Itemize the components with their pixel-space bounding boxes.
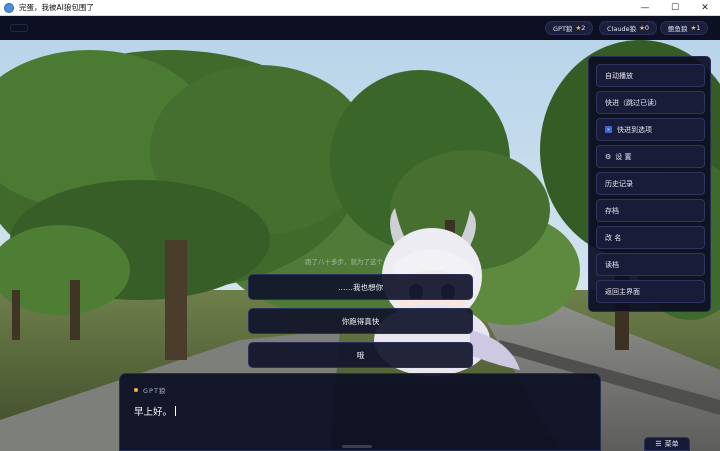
save-button[interactable]: 存档 [596, 199, 705, 222]
window-controls: — ☐ ✕ [630, 0, 720, 16]
load-button[interactable]: 读档 [596, 253, 705, 276]
game-topbar: GPT狼 ★ 2 Claude狼 ★ 0 鲍鱼狼 ★ 1 [0, 16, 720, 40]
side-item-label: 存档 [605, 206, 619, 215]
text-caret [175, 406, 177, 416]
rename-button[interactable]: 改 名 [596, 226, 705, 249]
history-button[interactable]: 历史记录 [596, 172, 705, 195]
side-item-label: 改 名 [605, 233, 622, 242]
vote-count: 1 [696, 24, 701, 32]
vote-count: 0 [644, 24, 650, 32]
side-item-label: 返回主界面 [605, 287, 640, 296]
side-item-label: 读档 [605, 260, 619, 269]
menu-toggle-button[interactable]: ☰ 菜单 [644, 437, 690, 451]
menu-icon: ☰ [655, 440, 662, 448]
side-item-label: 快进（跳过已读） [605, 98, 661, 107]
vote-badge-gpt: GPT狼 ★ 2 [545, 21, 594, 35]
auto-play-button[interactable]: 自动播放 [596, 64, 705, 87]
skip-to-choice-button[interactable]: » 快进到选项 [596, 118, 705, 141]
speaker-label: GPT狼 [143, 387, 167, 395]
menu-label: 菜单 [664, 440, 679, 448]
dialogue-box[interactable]: GPT狼 早上好。 [119, 373, 601, 451]
skip-read-button[interactable]: 快进（跳过已读） [596, 91, 705, 114]
choice-option-3[interactable]: 哦 [248, 342, 473, 368]
side-item-label: 自动播放 [605, 71, 633, 80]
vote-label: Claude狼 [607, 25, 637, 33]
minimize-button[interactable]: — [630, 0, 660, 16]
speaker-name: GPT狼 [134, 385, 166, 395]
close-button[interactable]: ✕ [690, 0, 720, 16]
vote-count: 2 [581, 24, 586, 32]
side-item-label: 设 置 [615, 152, 632, 161]
side-item-label: 快进到选项 [617, 125, 652, 134]
choice-option-2[interactable]: 你跑得真快 [248, 308, 473, 334]
side-item-label: 历史记录 [605, 179, 633, 188]
settings-button[interactable]: ⚙ 设 置 [596, 145, 705, 168]
dialogue-text: 早上好。 [134, 404, 177, 418]
topbar-indicator [10, 24, 28, 32]
side-menu: 自动播放 快进（跳过已读） » 快进到选项 ⚙ 设 置 历史记录 存档 改 名 … [588, 56, 711, 312]
window-title: 完蛋，我被AI狼包围了 [19, 3, 94, 12]
choice-option-1[interactable]: ……我也想你 [248, 274, 473, 300]
vote-label: 鲍鱼狼 [668, 25, 688, 33]
vote-badge-abalone: 鲍鱼狼 ★ 1 [660, 21, 709, 35]
app-icon [4, 2, 14, 13]
bottom-handle [342, 445, 372, 448]
speaker-dot-icon [134, 388, 138, 392]
gear-icon: ⚙ [605, 152, 612, 161]
dialogue-line: 早上好。 [134, 407, 173, 418]
window-titlebar: 完蛋，我被AI狼包围了 — ☐ ✕ [0, 0, 720, 16]
vote-label: GPT狼 [553, 25, 573, 33]
choice-hint-text: 跑了八十多步，就为了这个 [305, 258, 383, 266]
vote-badge-claude: Claude狼 ★ 0 [599, 21, 658, 35]
fast-forward-icon: » [605, 126, 612, 133]
main-menu-button[interactable]: 返回主界面 [596, 280, 705, 303]
maximize-button[interactable]: ☐ [660, 0, 690, 16]
